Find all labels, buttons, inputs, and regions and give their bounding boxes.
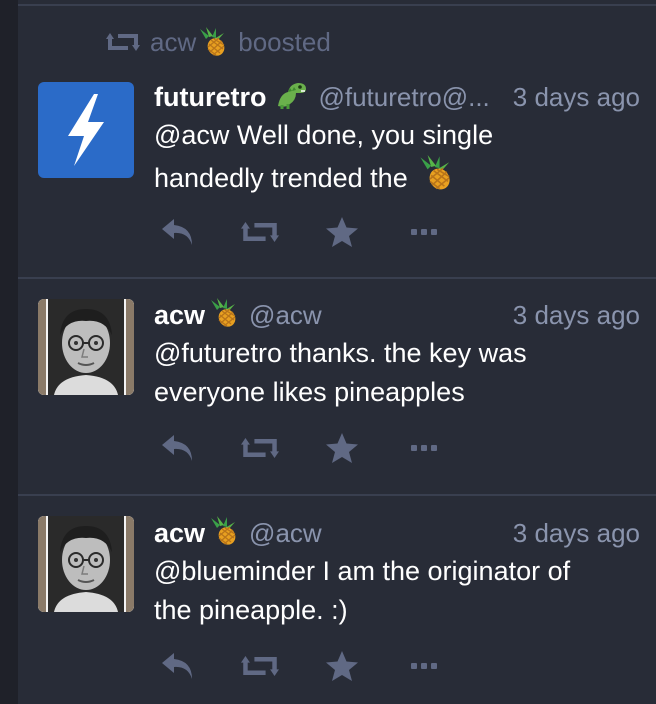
status-header: acw @acw 3 days ago (154, 297, 640, 333)
avatar[interactable] (38, 516, 134, 612)
pineapple-emoji-icon (198, 27, 228, 57)
pineapple-emoji-icon (209, 297, 239, 333)
timestamp[interactable]: 3 days ago (513, 518, 640, 549)
boost-banner: acw boosted (106, 24, 331, 60)
handle[interactable]: @futuretro@... (318, 82, 489, 113)
handle[interactable]: @acw (249, 300, 322, 331)
favourite-button[interactable] (322, 646, 362, 686)
timestamp[interactable]: 3 days ago (513, 300, 640, 331)
boost-user-link[interactable]: acw (150, 27, 228, 58)
star-icon (326, 217, 358, 247)
profile-photo (38, 299, 134, 395)
reply-button[interactable] (158, 212, 198, 252)
status-content: @blueminder I am the originator of the p… (154, 552, 636, 630)
display-name[interactable]: futuretro (154, 82, 266, 113)
more-button[interactable] (406, 212, 442, 252)
divider (18, 494, 656, 496)
status-actions (158, 428, 458, 468)
avatar[interactable] (38, 82, 134, 178)
display-name[interactable]: acw (154, 518, 205, 549)
avatar[interactable] (38, 299, 134, 395)
content-line: the pineapple. :) (154, 595, 348, 625)
reply-icon (162, 435, 192, 461)
star-icon (326, 651, 358, 681)
status-content: @futuretro thanks. the key was everyone … (154, 334, 636, 412)
boost-user-name: acw (150, 26, 197, 57)
status-header: futuretro @futuretro@... 3 days ago (154, 79, 640, 115)
star-icon (326, 433, 358, 463)
more-button[interactable] (406, 646, 442, 686)
divider (18, 4, 656, 6)
ellipsis-icon (411, 663, 437, 669)
boost-button[interactable] (238, 212, 282, 252)
pineapple-emoji-icon (418, 155, 454, 202)
display-name[interactable]: acw (154, 300, 205, 331)
profile-photo (38, 516, 134, 612)
status-actions (158, 646, 458, 686)
lightning-bolt-icon (68, 94, 104, 166)
content-line: @futuretro thanks. the key was (154, 338, 527, 368)
boost-icon (241, 221, 279, 243)
reply-icon (162, 219, 192, 245)
handle[interactable]: @acw (249, 518, 322, 549)
content-line: @blueminder I am the originator of (154, 556, 571, 586)
reply-button[interactable] (158, 646, 198, 686)
divider (18, 277, 656, 279)
boost-icon (241, 437, 279, 459)
more-button[interactable] (406, 428, 442, 468)
content-line: handedly trended the (154, 163, 408, 193)
content-line: everyone likes pineapples (154, 377, 465, 407)
boost-label: boosted (238, 26, 331, 57)
favourite-button[interactable] (322, 428, 362, 468)
boost-button[interactable] (238, 428, 282, 468)
boost-icon (106, 31, 140, 53)
reply-icon (162, 653, 192, 679)
left-gutter (0, 0, 18, 704)
ellipsis-icon (411, 229, 437, 235)
reply-button[interactable] (158, 428, 198, 468)
timeline: acw boosted futuretro @futuretro@... 3 d… (18, 0, 656, 704)
status-header: acw @acw 3 days ago (154, 515, 640, 551)
status-actions (158, 212, 458, 252)
ellipsis-icon (411, 445, 437, 451)
dinosaur-emoji-icon (274, 80, 308, 115)
content-line: @acw Well done, you single (154, 120, 494, 150)
timestamp[interactable]: 3 days ago (513, 82, 640, 113)
favourite-button[interactable] (322, 212, 362, 252)
boost-icon (241, 655, 279, 677)
pineapple-emoji-icon (209, 515, 239, 551)
status-content: @acw Well done, you single handedly tren… (154, 116, 636, 202)
boost-button[interactable] (238, 646, 282, 686)
